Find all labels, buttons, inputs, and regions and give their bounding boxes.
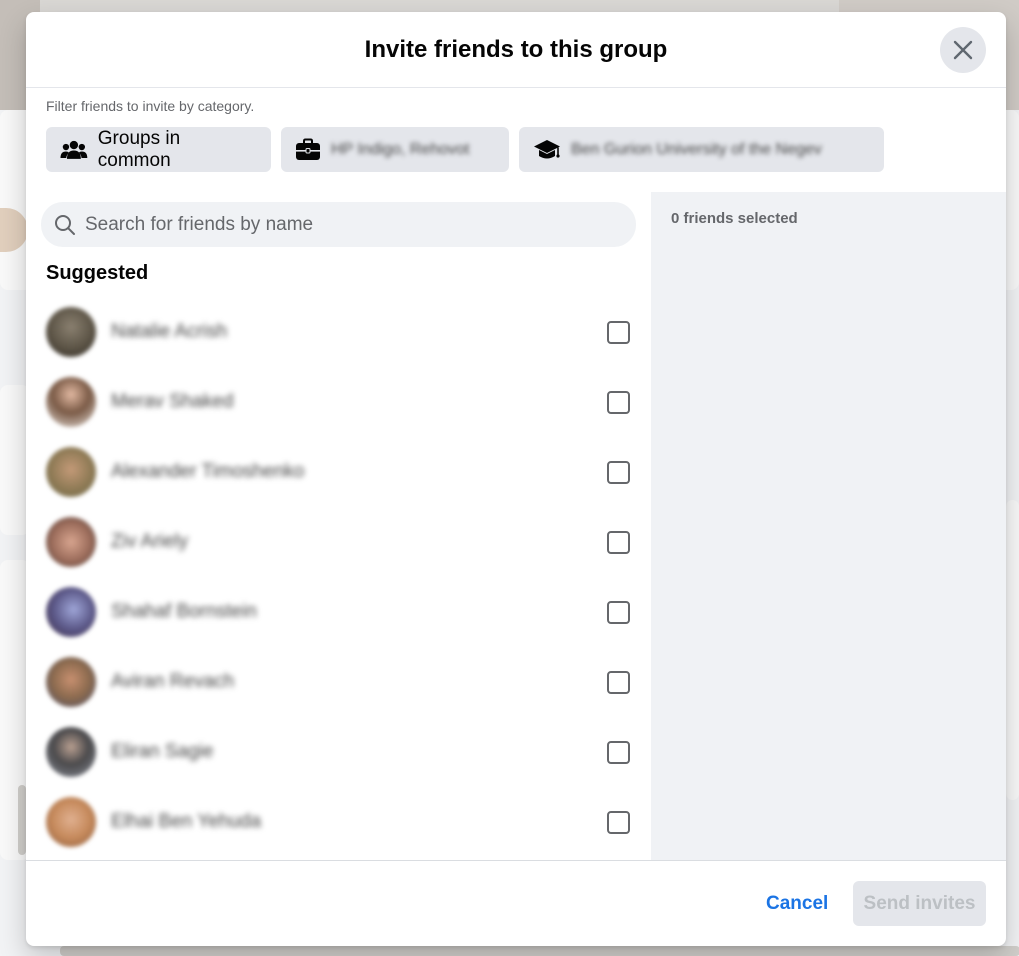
chip-groups-in-common[interactable]: Groups in common — [46, 127, 271, 172]
search-input[interactable] — [85, 213, 605, 236]
close-button[interactable] — [940, 27, 986, 73]
selected-friends-pane: 0 friends selected — [651, 192, 1006, 860]
chip-label: HP Indigo, Rehovot — [331, 140, 470, 158]
friend-checkbox[interactable] — [607, 531, 630, 554]
graduation-cap-icon — [534, 139, 560, 158]
invite-friends-dialog: Invite friends to this group Filter frie… — [26, 12, 1006, 946]
search-bar[interactable] — [41, 202, 636, 247]
friend-row[interactable]: Eliran Sagie — [26, 717, 651, 787]
friend-row[interactable]: Natalie Acrish — [26, 297, 651, 367]
friend-checkbox[interactable] — [607, 461, 630, 484]
category-filter-chips: Groups in common HP Indigo, Rehovot Ben … — [46, 127, 884, 172]
friends-list-pane: Suggested Natalie Acrish Merav Shaked Al… — [26, 192, 651, 860]
friend-name: Ziv Ariely — [111, 531, 189, 552]
chip-workplace[interactable]: HP Indigo, Rehovot — [281, 127, 509, 172]
selected-count: 0 friends selected — [671, 210, 798, 227]
friend-name: Eliran Sagie — [111, 741, 214, 762]
search-icon — [55, 214, 75, 235]
avatar — [46, 307, 96, 357]
friend-checkbox[interactable] — [607, 321, 630, 344]
friend-row[interactable]: Ziv Ariely — [26, 507, 651, 577]
people-group-icon — [60, 140, 88, 159]
suggested-heading: Suggested — [46, 262, 149, 284]
avatar — [46, 587, 96, 637]
cancel-button[interactable]: Cancel — [754, 881, 840, 926]
friend-list: Natalie Acrish Merav Shaked Alexander Ti… — [26, 297, 651, 857]
avatar — [46, 657, 96, 707]
dialog-title: Invite friends to this group — [364, 35, 668, 63]
friend-name: Elhai Ben Yehuda — [111, 811, 262, 832]
chip-label: Groups in common — [97, 127, 181, 171]
friend-checkbox[interactable] — [607, 601, 630, 624]
friend-name: Natalie Acrish — [111, 321, 228, 342]
avatar — [46, 377, 96, 427]
friend-row[interactable]: Aviran Revach — [26, 647, 651, 717]
send-invites-button[interactable]: Send invites — [853, 881, 986, 926]
avatar — [46, 797, 96, 847]
friend-name: Aviran Revach — [111, 671, 235, 692]
close-icon — [953, 40, 973, 60]
avatar — [46, 447, 96, 497]
friend-row[interactable]: Elhai Ben Yehuda — [26, 787, 651, 857]
avatar — [46, 727, 96, 777]
friend-checkbox[interactable] — [607, 811, 630, 834]
friend-checkbox[interactable] — [607, 391, 630, 414]
briefcase-icon — [296, 138, 320, 160]
friend-name: Shahaf Bornstein — [111, 601, 257, 622]
avatar — [46, 517, 96, 567]
friend-checkbox[interactable] — [607, 671, 630, 694]
friend-name: Merav Shaked — [111, 391, 234, 412]
chip-school[interactable]: Ben Gurion University of the Negev — [519, 127, 884, 172]
dialog-header: Invite friends to this group — [26, 12, 1006, 88]
friend-checkbox[interactable] — [607, 741, 630, 764]
chip-label: Ben Gurion University of the Negev — [571, 140, 822, 158]
friend-row[interactable]: Alexander Timoshenko — [26, 437, 651, 507]
filter-label: Filter friends to invite by category. — [46, 98, 255, 114]
friend-row[interactable]: Shahaf Bornstein — [26, 577, 651, 647]
friend-name: Alexander Timoshenko — [111, 461, 305, 482]
dialog-footer: Cancel Send invites — [26, 860, 1006, 946]
friend-row[interactable]: Merav Shaked — [26, 367, 651, 437]
